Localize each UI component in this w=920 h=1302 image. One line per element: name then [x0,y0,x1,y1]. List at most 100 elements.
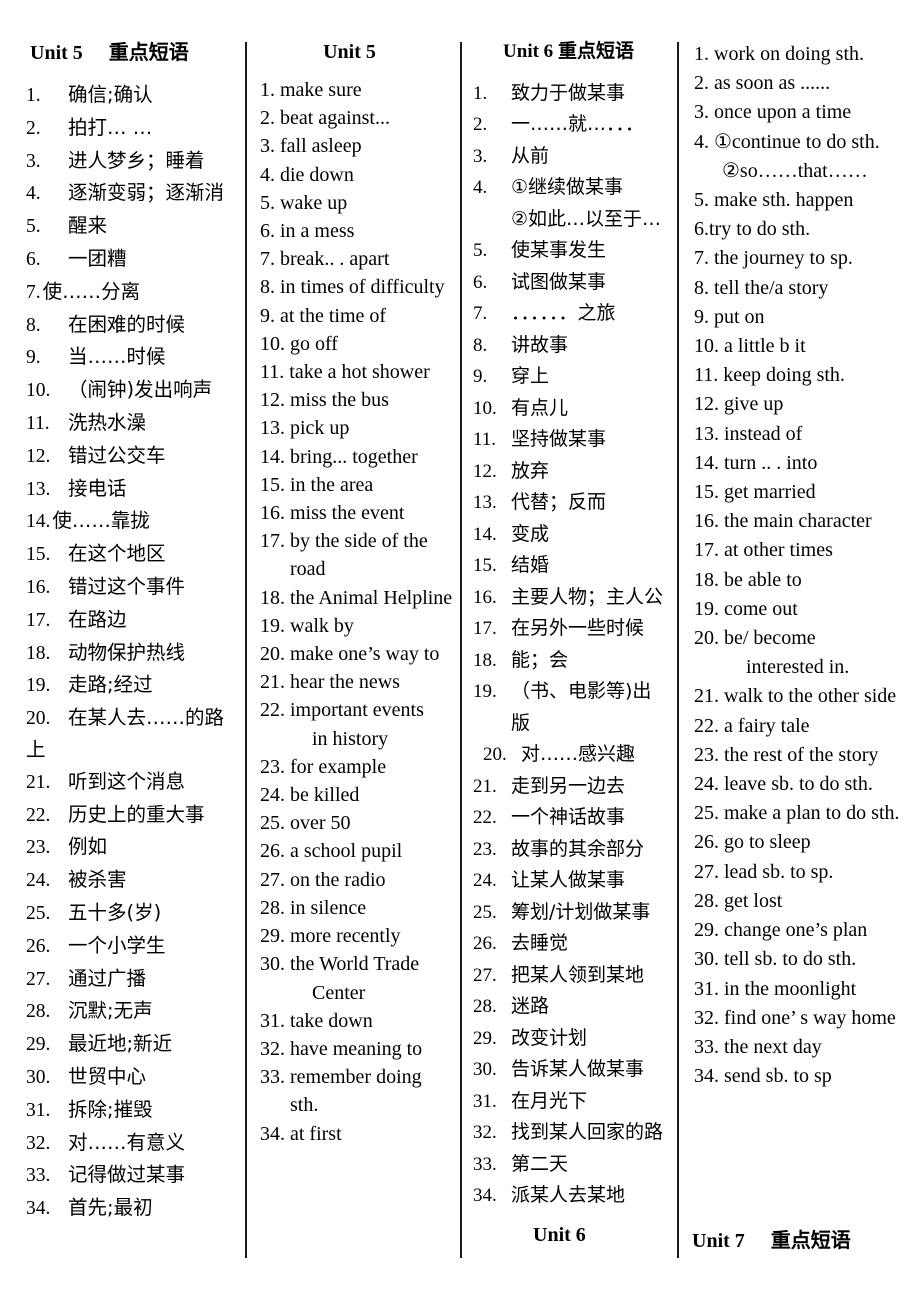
phrase-number: 32. [694,1006,719,1029]
phrase-text: the World Trade Center [290,950,453,1006]
phrase-number: 1. [260,79,275,101]
phrase-text: make a plan to do sth. [724,799,910,828]
phrase-text: try to do sth. [709,215,910,244]
phrase-text-wrap: 上 [26,737,46,761]
phrase-item: 8. in times of difficulty [260,273,453,301]
phrase-item: 32. find one’ s way home [694,1004,910,1033]
phrase-list-unit6-chinese: 1. 致力于做某事 2. 一……就…．．． 3. 从前 4. ①继续做某事 ②如此…以至于… 5.… [473,78,670,1212]
phrase-text: in times of difficulty [280,273,453,301]
phrase-text-main: be/ become [724,627,816,650]
phrase-number: 3. [260,135,275,158]
phrase-text-main: miss the bus [290,389,389,412]
phrase-text-main: 能；会 [511,648,569,671]
phrase-text-main: 一个小学生 [68,933,166,957]
phrase-text-main: 一团糟 [68,246,127,270]
phrase-item: 7. break.. . apart [260,245,453,273]
phrase-text-main: 在这个地区 [68,542,166,566]
phrase-text-main: a little b it [724,335,806,358]
phrase-item: 3. 从前 [473,141,670,173]
phrase-number: 14. [473,523,497,545]
phrase-item: 34. 首先;最初 [26,1192,236,1225]
header-unit-label: Unit 5 [30,42,83,64]
phrase-number: 31. [26,1099,51,1121]
phrase-number: 13. [694,422,719,445]
phrase-item: 31. in the moonlight [694,975,910,1004]
phrase-list-unit5-english: 1. make sure 2. beat against... 3. fall aslee… [260,76,453,1148]
phrase-text-main: by the side of the road [290,530,428,581]
phrase-number: 32. [473,1122,497,1144]
phrase-item: 9. 当……时候 [26,341,236,374]
phrase-text-main: remember doing sth. [290,1066,422,1117]
phrase-text: 拆除;摧毁 [68,1094,236,1126]
phrase-text: 故事的其余部分 [511,834,670,866]
phrase-item: 11. keep doing sth. [694,361,910,390]
phrase-number: 16. [694,510,719,533]
phrase-number: 17. [260,530,285,553]
phrase-text: go off [290,330,453,358]
phrase-text-main: important events [290,699,424,722]
phrase-item: 1. work on doing sth. [694,40,910,69]
phrase-item: 4. ①continue to do sth. ②so……that…… [694,128,910,186]
phrase-item: 9. 穿上 [473,361,670,393]
phrase-item: 13. 代替；反而 [473,487,670,519]
phrase-text: get married [724,478,910,507]
phrase-text-main: make sure [280,79,362,101]
phrase-text-main: 通过广播 [68,966,147,990]
phrase-item: 29. 最近地;新近 [26,1028,236,1061]
phrase-text: by the side of the road [290,527,453,583]
phrase-text: bring... together [290,443,453,471]
phrase-number: 31. [473,1090,497,1112]
phrase-item: 3. once upon a time [694,98,910,127]
phrase-number: 34. [694,1065,719,1088]
phrase-text-main: send sb. to sp [724,1065,832,1088]
phrase-text-main: in the moonlight [724,977,857,1000]
phrase-number: 21. [473,775,497,797]
phrase-item: 26. go to sleep [694,828,910,857]
phrase-number: 13. [260,417,285,440]
phrase-text-main: over 50 [290,812,351,835]
phrase-number: 12. [26,445,51,467]
phrase-text: 改变计划 [511,1023,670,1055]
phrase-item: 10. go off [260,330,453,358]
phrase-text: as soon as ...... [714,69,910,98]
column-unit5-chinese: Unit 5 重点短语 1. 确信;确认 2. 拍打… … 3. 进人梦乡；睡着 4. 逐渐变弱… [0,0,246,1302]
phrase-text-main: 进人梦乡；睡着 [68,148,205,172]
phrase-text-main: the journey to sp. [714,247,853,270]
phrase-text-main: the rest of the story [724,743,879,766]
footer-header-unit7: Unit 7 重点短语 [692,1224,851,1253]
phrase-text: at other times [724,536,910,565]
phrase-item: 29. more recently [260,922,453,950]
phrase-item: 31. 在月光下 [473,1086,670,1118]
phrase-text-main: 走路;经过 [68,673,153,697]
phrase-text-main: instead of [724,422,803,445]
phrase-text: go to sleep [724,828,910,857]
phrase-item: 20. make one’s way to [260,640,453,668]
phrase-text-main: 对……有意义 [68,1130,186,1154]
phrase-item: 24. 让某人做某事 [473,865,670,897]
phrase-text: 使某事发生 [511,235,670,267]
phrase-text: 在月光下 [511,1086,670,1118]
phrase-item: 23. for example [260,753,453,781]
phrase-text: in the area [290,471,453,499]
phrase-number: 28. [26,1001,51,1023]
phrase-text: 在另外一些时候 [511,613,670,645]
phrase-item: 14. turn .. . into [694,449,910,478]
phrase-text-main: 放弃 [511,459,550,482]
phrase-text-main: 确信;确认 [68,83,153,106]
phrase-text-continuation: in history [312,727,389,750]
phrase-text: more recently [290,922,453,950]
phrase-text-main: the next day [724,1035,822,1058]
phrase-item: 24. be killed [260,781,453,809]
phrase-item: 7. 使……分离 [26,276,236,309]
phrase-text: 通过广播 [68,963,236,995]
phrase-number: 10. [26,380,51,402]
phrase-item: 9. put on [694,303,910,332]
phrase-number: 2. [26,117,41,139]
phrase-number: 4. [260,163,275,186]
phrase-item: 31. take down [260,1007,453,1035]
phrase-text-main: change one’s plan [724,919,868,942]
phrase-text: turn .. . into [724,449,910,478]
phrase-text: be killed [290,781,453,809]
phrase-item: 22. 历史上的重大事 [26,799,236,832]
phrase-item: 6. in a mess [260,217,453,245]
